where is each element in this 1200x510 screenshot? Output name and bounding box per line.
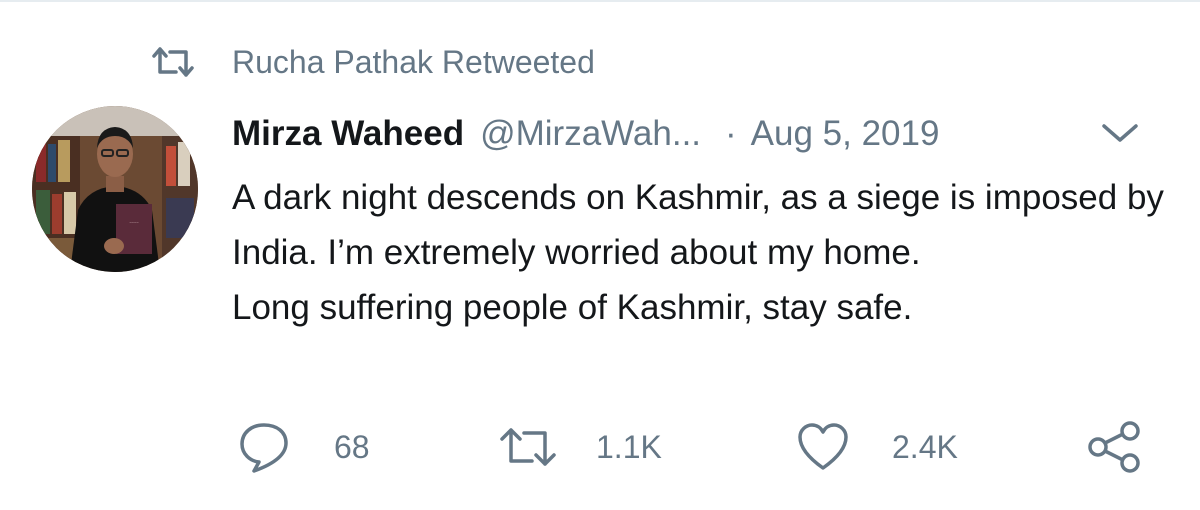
- author-handle[interactable]: @MirzaWah...: [480, 114, 701, 154]
- retweet-icon: [500, 428, 556, 466]
- reply-button[interactable]: 68: [236, 412, 370, 482]
- tweet-actions: 68 1.1K 2.4K: [0, 412, 1200, 482]
- heart-icon: [798, 423, 848, 470]
- reply-icon: [240, 423, 288, 473]
- top-divider: [0, 0, 1200, 2]
- retweet-context[interactable]: Rucha Pathak Retweeted: [150, 40, 595, 84]
- share-button[interactable]: [1086, 412, 1142, 482]
- avatar[interactable]: ~~~~: [32, 106, 198, 272]
- share-icon: [1088, 421, 1140, 473]
- tweet-text: A dark night descends on Kashmir, as a s…: [232, 170, 1172, 335]
- retweet-icon: [150, 46, 196, 78]
- tweet-date[interactable]: Aug 5, 2019: [751, 114, 940, 154]
- reply-count: 68: [334, 428, 370, 465]
- author-name[interactable]: Mirza Waheed: [232, 114, 464, 154]
- tweet-text-line: Long suffering people of Kashmir, stay s…: [232, 288, 913, 327]
- retweet-context-text: Rucha Pathak Retweeted: [232, 43, 595, 80]
- svg-text:~~~~: ~~~~: [129, 220, 139, 225]
- chevron-down-icon[interactable]: [1098, 118, 1142, 148]
- separator-dot: ·: [725, 114, 737, 153]
- tweet-header: Mirza Waheed @MirzaWah... · Aug 5, 2019: [232, 108, 939, 160]
- like-count: 2.4K: [892, 428, 958, 465]
- retweet-button[interactable]: 1.1K: [498, 412, 662, 482]
- like-button[interactable]: 2.4K: [796, 412, 958, 482]
- retweet-count: 1.1K: [596, 428, 662, 465]
- tweet-text-line: A dark night descends on Kashmir, as a s…: [232, 178, 1164, 272]
